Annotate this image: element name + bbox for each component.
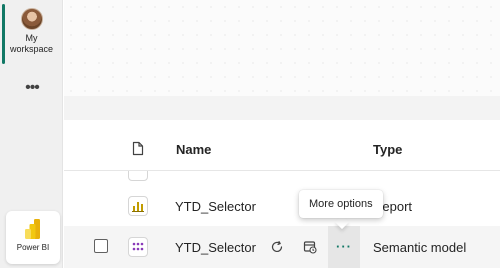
item-icon xyxy=(128,171,148,181)
more-options-tooltip: More options xyxy=(299,190,383,218)
item-type: Semantic model xyxy=(373,240,467,255)
report-icon xyxy=(128,196,148,216)
file-type-column-icon xyxy=(132,141,144,156)
workspace-header xyxy=(64,0,500,96)
more-nav-icon[interactable]: ••• xyxy=(18,80,46,100)
table-row[interactable]: YTD_Selector Report xyxy=(64,188,500,226)
refresh-icon[interactable] xyxy=(265,235,289,259)
nav-my-workspace[interactable]: My workspace xyxy=(0,0,63,66)
semantic-model-icon xyxy=(128,237,148,257)
row-checkbox[interactable] xyxy=(94,239,108,253)
column-header-type[interactable]: Type xyxy=(373,142,402,157)
active-indicator xyxy=(2,4,5,64)
schedule-refresh-icon[interactable] xyxy=(298,235,322,259)
item-name[interactable]: YTD_Selector xyxy=(175,240,256,255)
power-bi-logo-icon xyxy=(25,219,40,239)
power-bi-label: Power BI xyxy=(16,243,50,252)
toolbar-band xyxy=(64,96,500,120)
power-bi-app-switcher[interactable]: Power BI xyxy=(6,211,60,264)
left-nav-rail: My workspace ••• Power BI xyxy=(0,0,63,268)
more-options-icon: ··· xyxy=(336,239,352,254)
nav-my-workspace-label: My workspace xyxy=(9,33,54,54)
item-name[interactable]: YTD_Selector xyxy=(175,199,256,214)
more-options-button[interactable]: ··· xyxy=(328,226,360,268)
table-row[interactable] xyxy=(64,171,500,183)
avatar xyxy=(20,8,43,30)
table-row[interactable]: YTD_Selector ··· Semantic model xyxy=(64,226,500,268)
column-header-name[interactable]: Name xyxy=(176,142,211,157)
